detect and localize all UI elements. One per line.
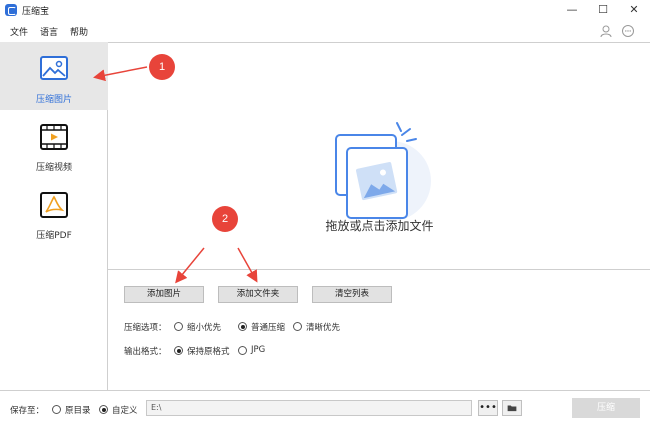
radio-jpg[interactable] bbox=[238, 346, 247, 355]
menu-bar: 文件 语言 帮助 bbox=[0, 22, 650, 40]
radio-shrink-first-label[interactable]: 缩小优先 bbox=[187, 321, 221, 333]
output-format-label: 输出格式： bbox=[124, 347, 167, 357]
bottom-border bbox=[0, 390, 650, 391]
drop-hint-text: 拖放或点击添加文件 bbox=[325, 219, 434, 233]
sidebar-item-compress-video[interactable]: 压缩视频 bbox=[0, 110, 108, 178]
sidebar-item-label: 压缩视频 bbox=[35, 163, 72, 173]
user-icon[interactable] bbox=[599, 24, 613, 38]
radio-original-dir[interactable] bbox=[52, 405, 61, 414]
radio-jpg-label[interactable]: JPG bbox=[251, 345, 265, 355]
sidebar-item-label: 压缩PDF bbox=[36, 231, 72, 241]
menu-help[interactable]: 帮助 bbox=[70, 25, 88, 38]
menu-language[interactable]: 语言 bbox=[40, 25, 58, 38]
radio-normal-compress[interactable] bbox=[238, 322, 247, 331]
clear-list-button[interactable]: 清空列表 bbox=[312, 286, 392, 303]
save-path-input[interactable]: E:\ bbox=[146, 400, 472, 416]
maximize-button[interactable]: ☐ bbox=[593, 2, 613, 18]
radio-keep-format-label[interactable]: 保持原格式 bbox=[187, 345, 230, 357]
section-divider bbox=[108, 269, 650, 270]
menu-file[interactable]: 文件 bbox=[10, 25, 28, 38]
annotation-marker-2: 2 bbox=[212, 206, 238, 232]
compress-options-label: 压缩选项： bbox=[124, 323, 167, 333]
open-folder-icon[interactable] bbox=[502, 400, 522, 416]
radio-original-dir-label[interactable]: 原目录 bbox=[65, 404, 91, 416]
app-logo-icon bbox=[5, 4, 17, 16]
save-to-label: 保存至： bbox=[10, 406, 45, 416]
add-image-button[interactable]: 添加图片 bbox=[124, 286, 204, 303]
radio-custom-dir[interactable] bbox=[99, 405, 108, 414]
radio-clarity-first-label[interactable]: 清晰优先 bbox=[306, 321, 340, 333]
sidebar: 压缩图片 压缩视频 压缩PDF bbox=[0, 42, 108, 390]
radio-normal-compress-label[interactable]: 普通压缩 bbox=[251, 321, 285, 333]
annotation-marker-1: 1 bbox=[149, 54, 175, 80]
radio-clarity-first[interactable] bbox=[293, 322, 302, 331]
radio-keep-format[interactable] bbox=[174, 346, 183, 355]
image-icon bbox=[40, 56, 68, 80]
browse-more-button[interactable]: ••• bbox=[478, 400, 498, 416]
compress-button[interactable]: 压缩 bbox=[572, 398, 640, 418]
pdf-icon bbox=[40, 192, 68, 218]
add-folder-button[interactable]: 添加文件夹 bbox=[218, 286, 298, 303]
radio-shrink-first[interactable] bbox=[174, 322, 183, 331]
file-drop-area[interactable]: 拖放或点击添加文件 bbox=[109, 43, 650, 269]
minimize-button[interactable]: — bbox=[562, 2, 582, 18]
close-button[interactable]: ✕ bbox=[624, 2, 644, 18]
sidebar-item-label: 压缩图片 bbox=[35, 95, 72, 105]
chat-icon[interactable] bbox=[621, 24, 635, 38]
sidebar-item-compress-image[interactable]: 压缩图片 bbox=[0, 42, 108, 110]
sidebar-item-compress-pdf[interactable]: 压缩PDF bbox=[0, 178, 108, 246]
video-icon bbox=[40, 124, 68, 150]
title-bar: 压缩宝 — ☐ ✕ bbox=[0, 0, 650, 20]
add-image-illustration-icon bbox=[335, 122, 431, 221]
app-title: 压缩宝 bbox=[22, 7, 50, 17]
radio-custom-dir-label[interactable]: 自定义 bbox=[112, 404, 138, 416]
